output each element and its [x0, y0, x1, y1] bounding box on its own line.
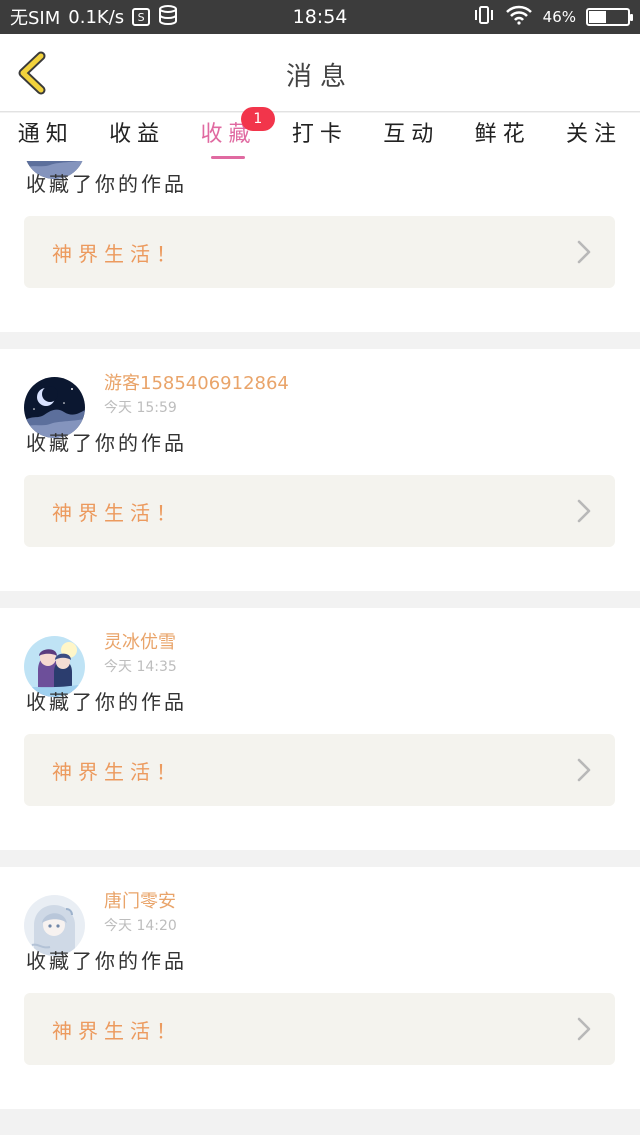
tab-label: 鲜花 — [474, 122, 531, 147]
status-bar: 无SIM 0.1K/s S 18:54 46% — [0, 0, 640, 34]
tab-label: 关注 — [566, 122, 623, 147]
s-app-icon: S — [132, 8, 151, 26]
message-card: 游客1585406912864 今天 15:59 收藏了你的作品神界生活！ — [0, 349, 640, 591]
message-card: 游客1585406912864今天 15:59收藏了你的作品神界生活！ — [0, 161, 640, 332]
tab-3[interactable]: 打卡 — [274, 113, 365, 161]
tab-label: 收益 — [109, 122, 166, 147]
page-title: 消息 — [285, 62, 354, 92]
work-link[interactable]: 神界生活！ — [24, 734, 615, 806]
message-card: 灵冰优雪今天 14:35 收藏了你的作品神界生活！ — [0, 608, 640, 850]
work-title: 神界生活！ — [52, 1019, 182, 1043]
wifi-icon — [505, 5, 533, 29]
database-icon — [158, 4, 178, 30]
notification-badge: 1 — [240, 107, 275, 131]
tab-label: 互动 — [383, 122, 440, 147]
chevron-right-icon — [577, 240, 591, 268]
app-header: 消息 — [0, 34, 640, 112]
active-tab-indicator — [211, 156, 246, 159]
chevron-right-icon — [577, 499, 591, 527]
message-time: 今天 14:35 — [104, 659, 177, 675]
tab-5[interactable]: 鲜花 — [457, 113, 548, 161]
message-text: 收藏了你的作品 — [26, 690, 187, 714]
message-time: 今天 15:59 — [104, 400, 177, 416]
tab-label: 打卡 — [291, 122, 348, 147]
message-text: 收藏了你的作品 — [26, 431, 187, 455]
work-title: 神界生活！ — [52, 760, 182, 784]
tab-4[interactable]: 互动 — [366, 113, 457, 161]
message-text: 收藏了你的作品 — [26, 949, 187, 973]
work-title: 神界生活！ — [52, 242, 182, 266]
tab-6[interactable]: 关注 — [548, 113, 639, 161]
battery-icon — [586, 8, 633, 26]
tab-bar: 通知 收益 收藏 1 打卡 互动 鲜花 关注 — [0, 107, 640, 161]
message-time: 今天 14:20 — [104, 918, 177, 934]
username[interactable]: 灵冰优雪 — [104, 628, 176, 654]
carrier-label: 无SIM — [10, 8, 61, 29]
username[interactable]: 游客1585406912864 — [104, 369, 289, 395]
message-text: 收藏了你的作品 — [26, 172, 187, 196]
tab-0[interactable]: 通知 — [0, 113, 91, 161]
work-link[interactable]: 神界生活！ — [24, 475, 615, 547]
work-title: 神界生活！ — [52, 501, 182, 525]
chevron-right-icon — [577, 758, 591, 786]
work-link[interactable]: 神界生活！ — [24, 216, 615, 288]
message-card: 唐门零安今天 14:20 收藏了你的作品神界生活！ — [0, 867, 640, 1109]
tab-2[interactable]: 收藏 1 — [183, 107, 275, 161]
username[interactable]: 唐门零安 — [104, 887, 176, 913]
tab-label: 通知 — [17, 122, 74, 147]
tab-1[interactable]: 收益 — [91, 113, 182, 161]
battery-percent: 46% — [542, 8, 576, 26]
vibrate-icon — [473, 5, 495, 29]
chevron-right-icon — [577, 1017, 591, 1045]
work-link[interactable]: 神界生活！ — [24, 993, 615, 1065]
message-list: 游客1585406912864今天 15:59收藏了你的作品神界生活！游客158… — [0, 161, 640, 1135]
network-speed: 0.1K/s — [68, 6, 125, 28]
